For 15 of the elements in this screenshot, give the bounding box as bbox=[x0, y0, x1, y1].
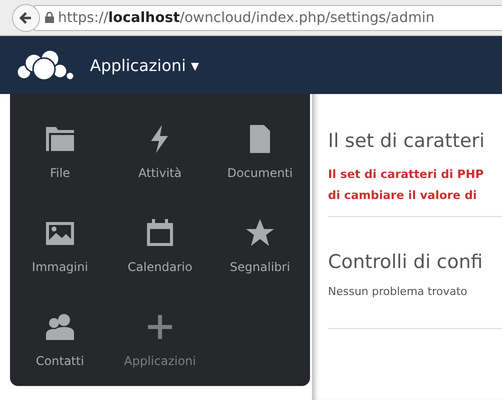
section-title: Controlli di confi bbox=[328, 251, 484, 273]
url-text: https://localhost/owncloud/index.php/settings/admin bbox=[58, 10, 435, 26]
app-menu-item[interactable]: File bbox=[10, 106, 110, 200]
app-menu-item[interactable]: Applicazioni bbox=[110, 294, 210, 388]
address-field[interactable]: https://localhost/owncloud/index.php/settings/admin bbox=[34, 4, 502, 30]
app-menu-item[interactable]: Calendario bbox=[110, 200, 210, 294]
app-menu-item[interactable]: Documenti bbox=[210, 106, 310, 200]
app-menu-item[interactable]: Segnalibri bbox=[210, 200, 310, 294]
apps-menu-button[interactable]: Applicazioni ▾ bbox=[90, 56, 200, 74]
app-menu-item[interactable]: Contatti bbox=[10, 294, 110, 388]
warning-text: Il set di caratteri di PHP di cambiare il valore di bbox=[328, 166, 485, 204]
app-menu-item[interactable]: Attività bbox=[110, 106, 210, 200]
status-text: Nessun problema trovato bbox=[328, 285, 468, 298]
section-title: Il set di caratteri bbox=[328, 130, 486, 152]
app-menu-item[interactable]: Immagini bbox=[10, 200, 110, 294]
